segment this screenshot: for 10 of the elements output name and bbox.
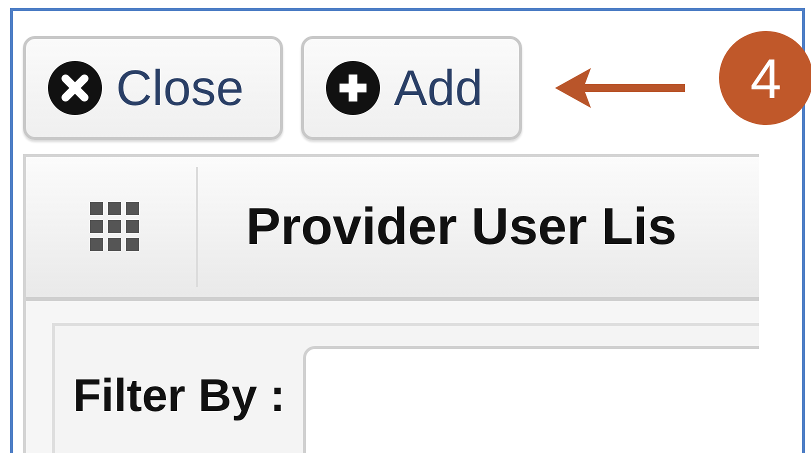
- toolbar-button[interactable]: Close: [23, 36, 283, 140]
- panel-title: Provider User Lis: [246, 197, 677, 257]
- grid-icon[interactable]: [90, 202, 140, 252]
- step-number-badge: 4: [718, 31, 811, 125]
- close-icon: [48, 61, 102, 115]
- toolbar-button[interactable]: Add: [300, 36, 522, 140]
- add-icon: [326, 61, 380, 115]
- arrow-icon: [554, 66, 685, 110]
- filter-label: Filter By :: [73, 368, 286, 422]
- filter-input-field[interactable]: [303, 346, 759, 453]
